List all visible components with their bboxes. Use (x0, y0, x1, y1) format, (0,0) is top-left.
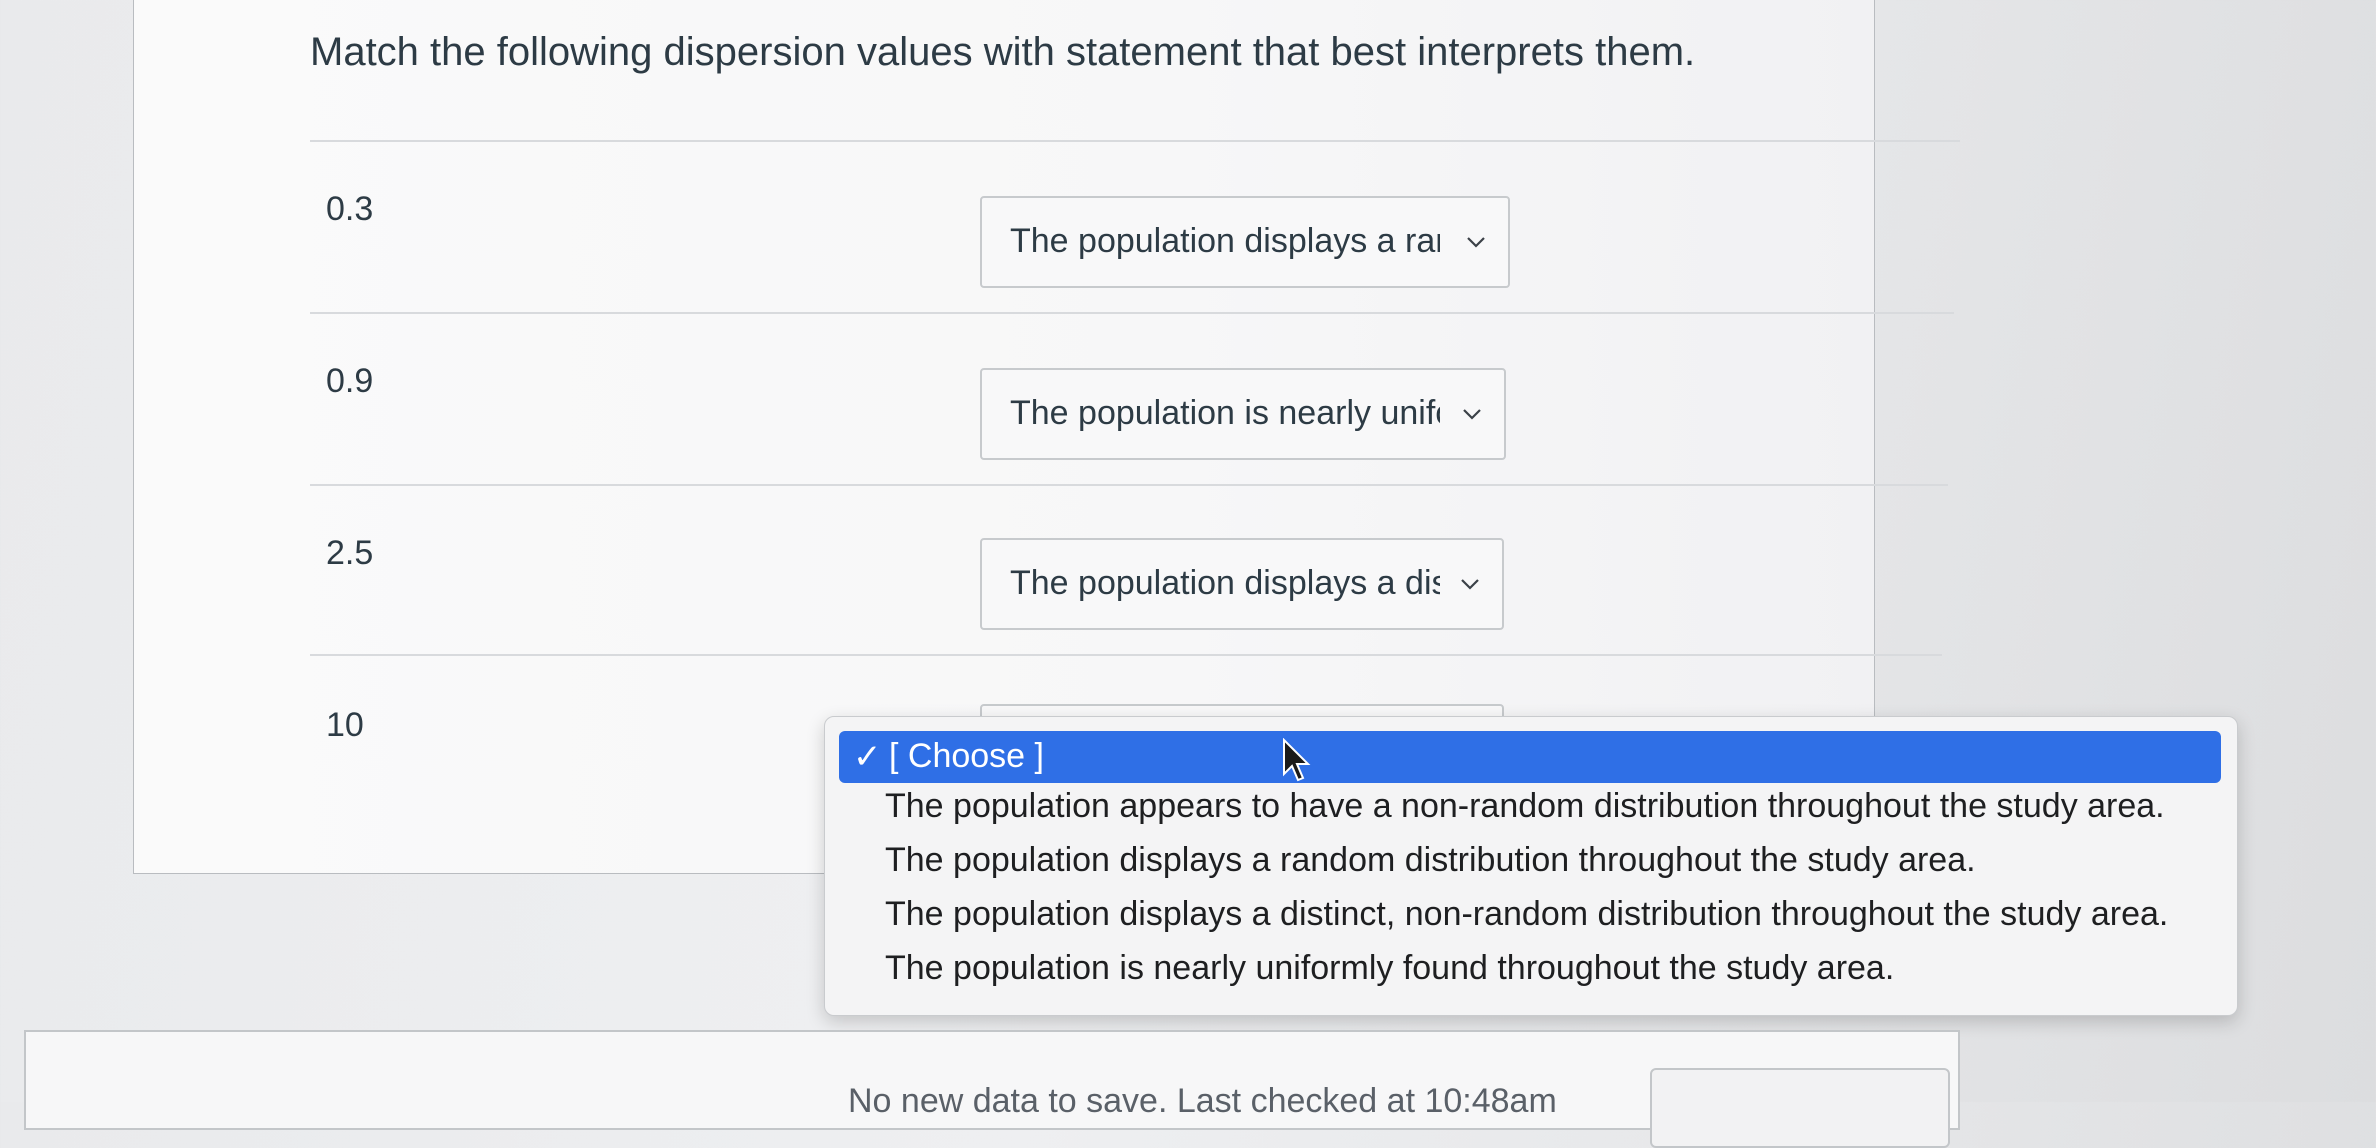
checkmark-icon: ✓ (853, 738, 882, 776)
mouse-pointer-icon (1283, 738, 1311, 782)
chevron-down-icon (1463, 409, 1481, 420)
submit-quiz-button[interactable] (1650, 1068, 1950, 1148)
dropdown-option-distinct-non-random[interactable]: The population displays a distinct, non-… (885, 895, 2168, 934)
question-prompt: Match the following dispersion values wi… (310, 30, 1696, 74)
answer-select-0-3[interactable]: The population displays a ranc (980, 196, 1510, 288)
answer-dropdown-list: ✓ [ Choose ] The population appears to h… (824, 716, 2238, 1016)
row-divider (310, 654, 1942, 656)
answer-select-2-5[interactable]: The population displays a dist (980, 538, 1504, 630)
dropdown-option-label: [ Choose ] (889, 737, 1044, 775)
status-footer: No new data to save. Last checked at 10:… (24, 1030, 1960, 1148)
row-divider (310, 140, 1960, 142)
chevron-down-icon (1461, 579, 1479, 590)
row-divider (310, 312, 1954, 314)
dropdown-option-random[interactable]: The population displays a random distrib… (885, 841, 1976, 880)
answer-select-value: The population displays a ranc (1010, 222, 1440, 260)
answer-select-value: The population is nearly unifo (1010, 394, 1440, 432)
row-divider (310, 484, 1948, 486)
dropdown-option-uniform[interactable]: The population is nearly uniformly found… (885, 949, 1894, 988)
dispersion-value-0-3: 0.3 (326, 190, 374, 228)
chevron-down-icon (1467, 237, 1485, 248)
answer-select-value: The population displays a dist (1010, 564, 1440, 602)
answer-select-0-9[interactable]: The population is nearly unifo (980, 368, 1506, 460)
dropdown-option-non-random[interactable]: The population appears to have a non-ran… (885, 787, 2165, 826)
dispersion-value-0-9: 0.9 (326, 362, 374, 400)
dispersion-value-10: 10 (326, 706, 364, 744)
dropdown-option-choose[interactable]: ✓ [ Choose ] (839, 731, 2221, 783)
dispersion-value-2-5: 2.5 (326, 534, 374, 572)
